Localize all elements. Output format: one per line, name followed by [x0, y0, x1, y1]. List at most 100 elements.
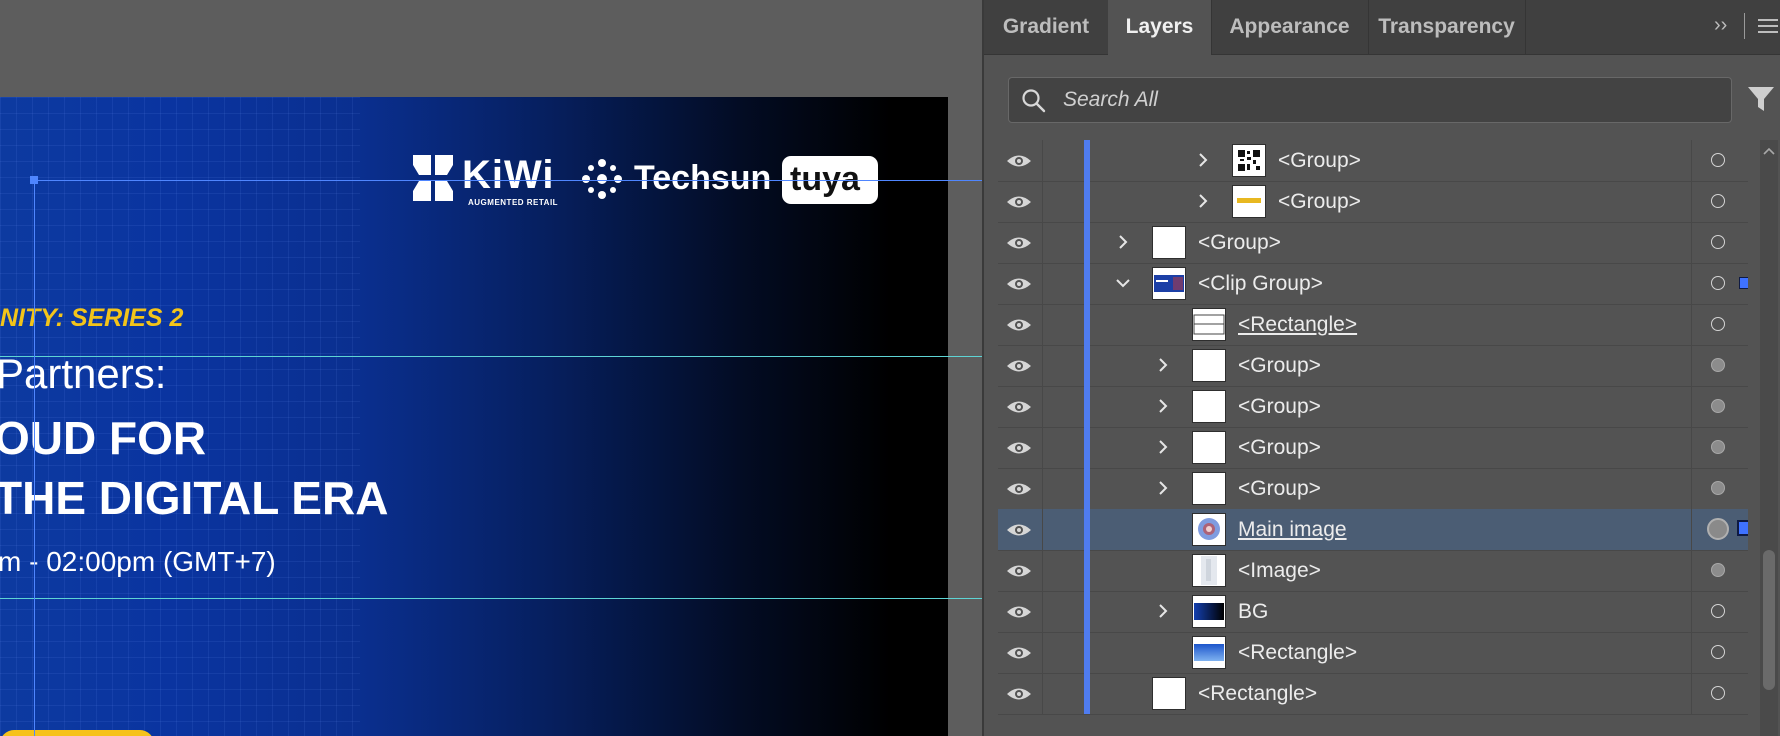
visibility-eye-icon[interactable] — [1006, 398, 1032, 416]
kiwi-logo-text: KiWi — [462, 153, 555, 197]
target-circle-icon[interactable] — [1711, 481, 1725, 495]
target-circle-icon[interactable] — [1711, 604, 1725, 618]
target-circle-icon[interactable] — [1711, 276, 1725, 290]
column-divider — [1691, 304, 1692, 345]
layer-name[interactable]: <Group> — [1278, 190, 1361, 214]
target-circle-icon[interactable] — [1711, 235, 1725, 249]
chevron-right-icon[interactable] — [1154, 602, 1172, 620]
scroll-up-arrow-icon[interactable] — [1763, 146, 1775, 156]
target-circle-icon[interactable] — [1707, 518, 1729, 540]
layer-row[interactable]: <Rectangle> — [998, 304, 1748, 346]
layer-color-bar — [1084, 632, 1090, 673]
canvas-area[interactable]: KiWi AUGMENTED RETAIL Techsun tuya NITY:… — [0, 0, 982, 736]
guide-line[interactable] — [0, 598, 982, 599]
layer-color-bar — [1084, 591, 1090, 632]
visibility-eye-icon[interactable] — [1006, 603, 1032, 621]
layer-row[interactable]: <Group> — [998, 345, 1748, 387]
target-circle-icon[interactable] — [1711, 686, 1725, 700]
layer-row[interactable]: <Group> — [998, 427, 1748, 469]
target-circle-icon[interactable] — [1711, 358, 1725, 372]
layer-name[interactable]: <Clip Group> — [1198, 272, 1323, 296]
search-input[interactable] — [1063, 78, 1713, 122]
column-divider — [1691, 140, 1692, 181]
layer-row[interactable]: BG — [998, 591, 1748, 633]
layer-row[interactable]: <Rectangle> — [998, 632, 1748, 674]
layer-list: <Group> <Group> <Group> <Clip Group> <Rectan… — [998, 140, 1748, 736]
layer-row[interactable]: <Image> — [998, 550, 1748, 592]
layer-thumbnail — [1152, 226, 1186, 259]
cta-button-shape — [0, 730, 154, 736]
target-circle-icon[interactable] — [1711, 563, 1725, 577]
layer-row[interactable]: <Clip Group> — [998, 263, 1748, 305]
layer-name[interactable]: <Rectangle> — [1198, 682, 1317, 706]
selection-bound-left — [34, 180, 35, 736]
visibility-eye-icon[interactable] — [1006, 439, 1032, 457]
layer-name[interactable]: <Group> — [1198, 231, 1281, 255]
visibility-eye-icon[interactable] — [1006, 193, 1032, 211]
collapse-panel-icon[interactable]: ›› — [1714, 14, 1727, 37]
visibility-eye-icon[interactable] — [1006, 152, 1032, 170]
chevron-right-icon[interactable] — [1194, 151, 1212, 169]
visibility-eye-icon[interactable] — [1006, 562, 1032, 580]
layer-name[interactable]: <Group> — [1278, 149, 1361, 173]
guide-line[interactable] — [0, 356, 982, 357]
layer-color-bar — [1084, 386, 1090, 427]
layer-name[interactable]: <Group> — [1238, 477, 1321, 501]
target-circle-icon[interactable] — [1711, 194, 1725, 208]
layer-row[interactable]: <Group> — [998, 468, 1748, 510]
visibility-eye-icon[interactable] — [1006, 234, 1032, 252]
event-time: m - 02:00pm (GMT+7) — [0, 546, 276, 577]
column-divider — [1691, 345, 1692, 386]
tab-transparency[interactable]: Transparency — [1368, 0, 1526, 54]
visibility-eye-icon[interactable] — [1006, 521, 1032, 539]
selection-indicator-icon[interactable] — [1737, 520, 1748, 536]
layer-row[interactable]: Main image — [998, 509, 1748, 551]
layer-name[interactable]: <Image> — [1238, 559, 1321, 583]
visibility-eye-icon[interactable] — [1006, 644, 1032, 662]
visibility-eye-icon[interactable] — [1006, 685, 1032, 703]
tab-gradient[interactable]: Gradient — [984, 0, 1109, 54]
tab-appearance[interactable]: Appearance — [1211, 0, 1369, 54]
filter-icon[interactable] — [1746, 84, 1776, 114]
visibility-eye-icon[interactable] — [1006, 480, 1032, 498]
selection-handle[interactable] — [30, 176, 38, 184]
chevron-down-icon[interactable] — [1114, 274, 1132, 292]
visibility-eye-icon[interactable] — [1006, 275, 1032, 293]
target-circle-icon[interactable] — [1711, 317, 1725, 331]
scroll-thumb[interactable] — [1763, 550, 1775, 690]
chevron-right-icon[interactable] — [1154, 479, 1172, 497]
chevron-right-icon[interactable] — [1114, 233, 1132, 251]
artboard[interactable]: KiWi AUGMENTED RETAIL Techsun tuya NITY:… — [0, 97, 948, 736]
chevron-right-icon[interactable] — [1154, 356, 1172, 374]
target-circle-icon[interactable] — [1711, 399, 1725, 413]
layer-color-bar — [1084, 140, 1090, 181]
tab-layers[interactable]: Layers — [1108, 0, 1212, 55]
target-circle-icon[interactable] — [1711, 153, 1725, 167]
column-divider — [1691, 509, 1692, 550]
layer-row[interactable]: <Rectangle> — [998, 673, 1748, 715]
layer-color-bar — [1084, 345, 1090, 386]
target-circle-icon[interactable] — [1711, 440, 1725, 454]
layer-name[interactable]: <Group> — [1238, 436, 1321, 460]
layer-thumbnail — [1152, 677, 1186, 710]
layer-name[interactable]: <Group> — [1238, 354, 1321, 378]
visibility-eye-icon[interactable] — [1006, 357, 1032, 375]
layer-row[interactable]: <Group> — [998, 222, 1748, 264]
target-circle-icon[interactable] — [1711, 645, 1725, 659]
series-label: NITY: SERIES 2 — [0, 304, 184, 332]
chevron-right-icon[interactable] — [1194, 192, 1212, 210]
panel-menu-icon[interactable] — [1758, 18, 1778, 34]
layer-row[interactable]: <Group> — [998, 386, 1748, 428]
layer-scrollbar[interactable] — [1760, 140, 1778, 736]
layer-name[interactable]: <Rectangle> — [1238, 641, 1357, 665]
layer-row[interactable]: <Group> — [998, 181, 1748, 223]
chevron-right-icon[interactable] — [1154, 397, 1172, 415]
layer-name[interactable]: <Group> — [1238, 395, 1321, 419]
selection-indicator-icon[interactable] — [1739, 277, 1748, 289]
layer-name[interactable]: Main image — [1238, 518, 1347, 542]
visibility-eye-icon[interactable] — [1006, 316, 1032, 334]
layer-name[interactable]: <Rectangle> — [1238, 313, 1357, 337]
layer-row[interactable]: <Group> — [998, 140, 1748, 182]
chevron-right-icon[interactable] — [1154, 438, 1172, 456]
layer-name[interactable]: BG — [1238, 600, 1268, 624]
